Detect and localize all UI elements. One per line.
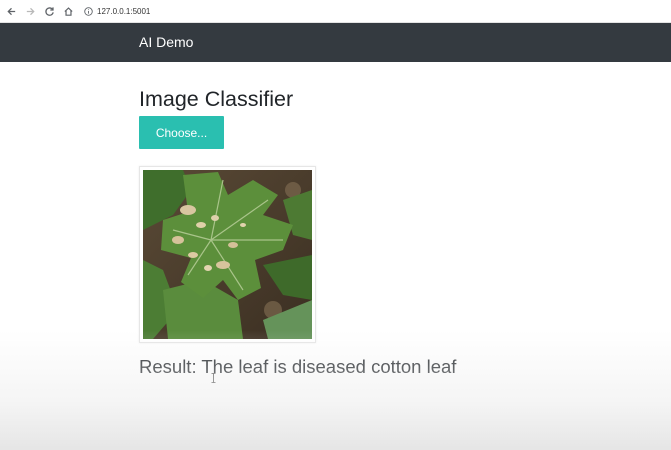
reload-icon[interactable]: [41, 3, 57, 19]
navbar-brand[interactable]: AI Demo: [139, 34, 193, 50]
bottom-fade-overlay: [0, 330, 671, 450]
back-arrow-icon[interactable]: [3, 3, 19, 19]
page-title: Image Classifier: [139, 87, 294, 111]
browser-toolbar: 127.0.0.1:5001: [0, 0, 671, 23]
home-icon[interactable]: [60, 3, 76, 19]
info-icon[interactable]: [84, 6, 93, 16]
address-bar[interactable]: 127.0.0.1:5001: [84, 3, 150, 20]
choose-file-button[interactable]: Choose...: [139, 116, 224, 149]
app-navbar: AI Demo: [0, 23, 671, 62]
leaf-image: [143, 170, 312, 339]
text-cursor-icon: [211, 373, 216, 383]
forward-arrow-icon[interactable]: [22, 3, 38, 19]
result-text: Result: The leaf is diseased cotton leaf: [139, 356, 457, 377]
image-preview: [139, 166, 316, 343]
url-text[interactable]: 127.0.0.1:5001: [97, 7, 150, 16]
